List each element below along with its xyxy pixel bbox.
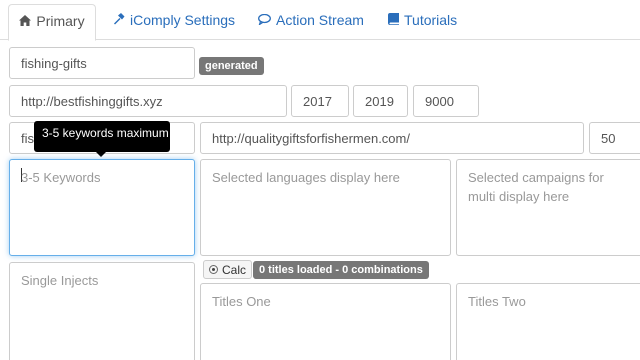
radio-icon	[209, 265, 218, 274]
slug-input[interactable]: fishing-gifts	[9, 47, 195, 79]
single-injects-textarea[interactable]: Single Injects	[9, 262, 195, 360]
calc-button[interactable]: Calc	[203, 260, 253, 279]
year-end-input[interactable]: 2019	[353, 85, 408, 117]
year-end-value: 2019	[365, 93, 394, 109]
target-url-value: http://qualitygiftsforfishermen.com/	[212, 130, 410, 146]
generated-badge: generated	[199, 57, 264, 75]
campaigns-textarea[interactable]: Selected campaigns for multi display her…	[456, 159, 640, 256]
book-icon	[388, 5, 399, 37]
number-value: 9000	[425, 93, 454, 109]
home-icon	[19, 6, 32, 38]
hammer-icon	[113, 5, 125, 37]
tooltip-arrow	[96, 152, 106, 157]
tab-tutorials[interactable]: Tutorials	[388, 4, 457, 40]
tooltip-text: 3-5 keywords maximum	[42, 126, 169, 140]
tab-primary[interactable]: Primary	[8, 4, 96, 41]
tab-label: Primary	[36, 13, 85, 29]
titles-two-placeholder: Titles Two	[468, 294, 526, 309]
year-start-value: 2017	[303, 93, 332, 109]
tab-bar: Primary iComply Settings Action Stream T…	[0, 0, 640, 41]
languages-textarea[interactable]: Selected languages display here	[200, 159, 451, 256]
keywords-textarea[interactable]: 3-5 Keywords	[9, 159, 195, 256]
url-input[interactable]: http://bestfishinggifts.xyz	[9, 85, 287, 117]
keyword-value: fis	[21, 130, 34, 146]
url-value: http://bestfishinggifts.xyz	[21, 93, 163, 109]
titles-one-placeholder: Titles One	[212, 294, 271, 309]
year-start-input[interactable]: 2017	[291, 85, 349, 117]
keywords-placeholder: 3-5 Keywords	[21, 170, 101, 185]
tab-label: iComply Settings	[130, 12, 236, 28]
count-input[interactable]: 50	[589, 122, 640, 154]
titles-status-badge: 0 titles loaded - 0 combinations	[253, 261, 429, 279]
single-injects-placeholder: Single Injects	[21, 273, 99, 288]
number-input[interactable]: 9000	[413, 85, 479, 117]
campaigns-placeholder: Selected campaigns for multi display her…	[468, 170, 604, 204]
languages-placeholder: Selected languages display here	[212, 170, 400, 185]
tab-icomply-settings[interactable]: iComply Settings	[113, 4, 235, 40]
tab-action-stream[interactable]: Action Stream	[258, 4, 364, 40]
tab-label: Tutorials	[404, 12, 458, 28]
target-url-input[interactable]: http://qualitygiftsforfishermen.com/	[200, 122, 584, 154]
count-value: 50	[601, 130, 616, 146]
tab-label: Action Stream	[276, 12, 364, 28]
titles-one-textarea[interactable]: Titles One	[200, 283, 451, 360]
speech-bubble-icon	[258, 5, 271, 37]
slug-value: fishing-gifts	[21, 55, 87, 71]
calc-label: Calc	[222, 262, 247, 277]
keywords-tooltip: 3-5 keywords maximum	[34, 121, 170, 157]
titles-two-textarea[interactable]: Titles Two	[456, 283, 640, 360]
